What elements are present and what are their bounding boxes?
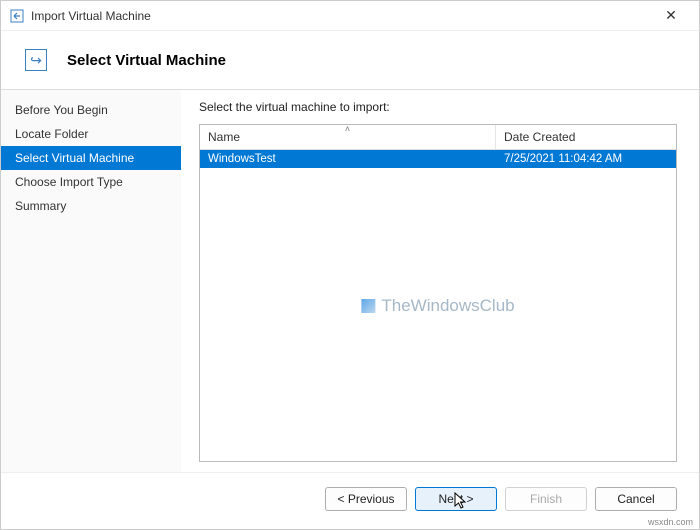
finish-button: Finish bbox=[505, 487, 587, 511]
cell-vm-name: WindowsTest bbox=[200, 152, 496, 166]
dialog-footer: < Previous Next > Finish Cancel bbox=[1, 472, 699, 529]
titlebar: Import Virtual Machine ✕ bbox=[1, 1, 699, 31]
next-button[interactable]: Next > bbox=[415, 487, 497, 511]
previous-button[interactable]: < Previous bbox=[325, 487, 407, 511]
column-header-date-created[interactable]: Date Created bbox=[496, 125, 676, 149]
table-row[interactable]: WindowsTest 7/25/2021 11:04:42 AM bbox=[200, 150, 676, 168]
table-header-row: Name ˄ Date Created bbox=[200, 125, 676, 150]
page-header: ↪ Select Virtual Machine bbox=[1, 31, 699, 89]
close-button[interactable]: ✕ bbox=[651, 2, 691, 30]
dialog-body: Before You Begin Locate Folder Select Vi… bbox=[1, 89, 699, 472]
app-icon bbox=[9, 8, 25, 24]
import-arrow-icon: ↪ bbox=[25, 49, 47, 71]
attribution-text: wsxdn.com bbox=[648, 517, 693, 527]
sidebar-item-choose-import-type[interactable]: Choose Import Type bbox=[1, 170, 181, 194]
sidebar-item-before-you-begin[interactable]: Before You Begin bbox=[1, 98, 181, 122]
sidebar-item-locate-folder[interactable]: Locate Folder bbox=[1, 122, 181, 146]
page-title: Select Virtual Machine bbox=[67, 52, 226, 69]
sidebar-item-select-virtual-machine[interactable]: Select Virtual Machine bbox=[1, 146, 181, 170]
main-panel: Select the virtual machine to import: Na… bbox=[181, 90, 699, 472]
watermark: TheWindowsClub bbox=[361, 296, 514, 316]
cell-date-created: 7/25/2021 11:04:42 AM bbox=[496, 152, 676, 166]
instruction-text: Select the virtual machine to import: bbox=[199, 100, 677, 114]
sort-ascending-icon: ˄ bbox=[345, 124, 350, 134]
wizard-steps-sidebar: Before You Begin Locate Folder Select Vi… bbox=[1, 90, 181, 472]
watermark-logo-icon bbox=[361, 299, 375, 313]
import-vm-dialog: Import Virtual Machine ✕ ↪ Select Virtua… bbox=[0, 0, 700, 530]
sidebar-item-summary[interactable]: Summary bbox=[1, 194, 181, 218]
window-title: Import Virtual Machine bbox=[31, 9, 651, 23]
watermark-text: TheWindowsClub bbox=[381, 296, 514, 316]
close-icon: ✕ bbox=[665, 7, 677, 24]
table-body: WindowsTest 7/25/2021 11:04:42 AM TheWin… bbox=[200, 150, 676, 461]
column-header-name[interactable]: Name ˄ bbox=[200, 125, 496, 149]
cancel-button[interactable]: Cancel bbox=[595, 487, 677, 511]
vm-table: Name ˄ Date Created WindowsTest 7/25/202… bbox=[199, 124, 677, 462]
